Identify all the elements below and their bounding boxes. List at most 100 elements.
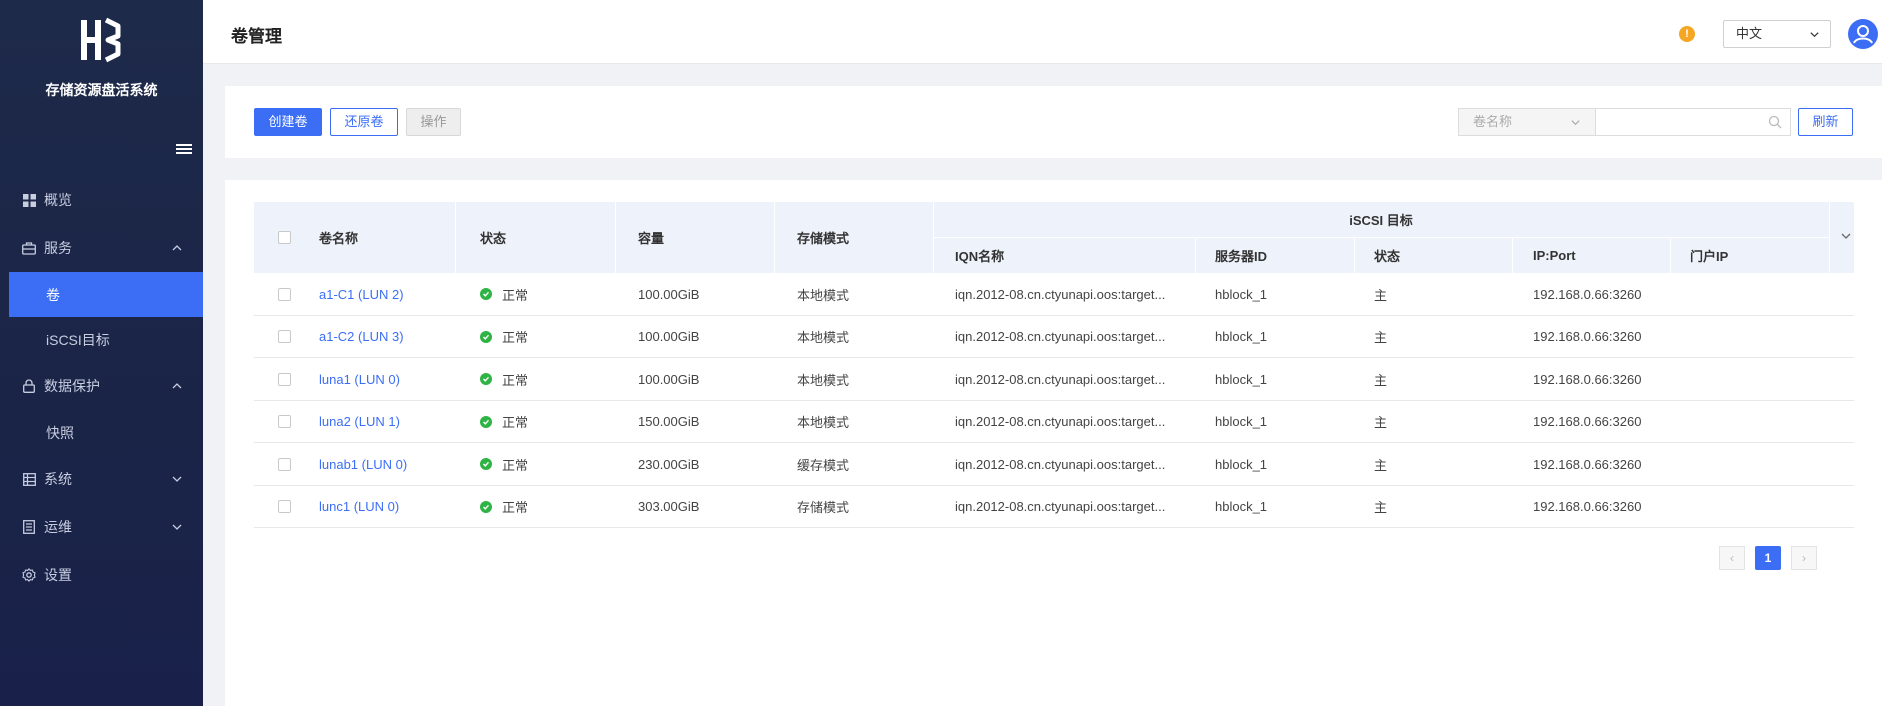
sidebar-item-label: 概览 <box>44 192 72 208</box>
select-all-checkbox[interactable] <box>278 231 291 244</box>
sidebar-item-data-protection[interactable]: 数据保护 <box>0 362 203 410</box>
table-row[interactable]: lunc1 (LUN 0) 正常 303.00GiB 存储模式 iqn.2012… <box>254 486 1854 528</box>
pagination-prev-button[interactable]: ‹ <box>1719 546 1745 570</box>
table-row[interactable]: a1-C2 (LUN 3) 正常 100.00GiB 本地模式 iqn.2012… <box>254 316 1854 358</box>
check-circle-icon <box>480 500 492 513</box>
check-circle-icon <box>480 330 492 343</box>
table-row[interactable]: luna1 (LUN 0) 正常 100.00GiB 本地模式 iqn.2012… <box>254 358 1854 401</box>
search-input[interactable] <box>1595 108 1791 136</box>
create-volume-button[interactable]: 创建卷 <box>254 108 322 136</box>
sidebar-menu: 概览 服务 卷 iSCSI目标 数据保护 快照 系统 运维 设置 <box>0 176 203 599</box>
header-storage-mode: 存储模式 <box>797 231 850 246</box>
target-status-cell: 主 <box>1374 372 1388 388</box>
volume-name-link[interactable]: a1-C1 (LUN 2) <box>319 273 404 315</box>
ip-port-cell: 192.168.0.66:3260 <box>1533 499 1642 514</box>
sidebar-item-label: 数据保护 <box>44 378 100 394</box>
check-circle-icon <box>480 458 492 470</box>
header-iscsi-target-group: iSCSI 目标 <box>1349 213 1413 228</box>
sidebar-item-overview[interactable]: 概览 <box>0 176 203 224</box>
ip-port-cell: 192.168.0.66:3260 <box>1533 456 1642 472</box>
row-checkbox[interactable] <box>278 372 291 386</box>
status-text: 正常 <box>502 372 529 388</box>
status-text: 正常 <box>502 330 529 345</box>
action-button[interactable]: 操作 <box>406 108 461 136</box>
user-avatar-icon[interactable] <box>1848 19 1878 49</box>
iqn-cell: iqn.2012-08.cn.ctyunapi.oos:target... <box>955 286 1166 302</box>
volume-name-link[interactable]: luna2 (LUN 1) <box>319 401 400 443</box>
iqn-cell: iqn.2012-08.cn.ctyunapi.oos:target... <box>955 329 1166 344</box>
grid-icon <box>22 193 36 207</box>
search-type-select[interactable]: 卷名称 <box>1458 108 1595 136</box>
row-checkbox[interactable] <box>278 415 291 428</box>
capacity-cell: 100.00GiB <box>638 329 700 344</box>
volume-name-link[interactable]: a1-C2 (LUN 3) <box>319 316 404 358</box>
sidebar-item-volumes[interactable]: 卷 <box>9 272 203 317</box>
server-id-cell: hblock_1 <box>1215 499 1268 514</box>
target-status-cell: 主 <box>1374 500 1388 515</box>
table-body: a1-C1 (LUN 2) 正常 100.00GiB 本地模式 iqn.2012… <box>254 273 1854 528</box>
header-select-all <box>278 202 291 273</box>
iqn-cell: iqn.2012-08.cn.ctyunapi.oos:target... <box>955 456 1166 472</box>
status-cell: 正常 <box>480 316 528 358</box>
pagination-page-1[interactable]: 1 <box>1755 546 1781 570</box>
status-cell: 正常 <box>480 443 528 485</box>
table-row[interactable]: lunab1 (LUN 0) 正常 230.00GiB 缓存模式 iqn.201… <box>254 443 1854 486</box>
sidebar: 存储资源盘活系统 概览 服务 卷 iSCSI目标 数据保护 快照 系统 运维 设… <box>0 0 203 706</box>
check-circle-icon <box>480 373 492 385</box>
chevron-down-icon <box>1571 120 1580 126</box>
status-text: 正常 <box>502 415 529 430</box>
header-server-id: 服务器ID <box>1215 248 1268 264</box>
table-row[interactable]: a1-C1 (LUN 2) 正常 100.00GiB 本地模式 iqn.2012… <box>254 273 1854 316</box>
search-icon[interactable] <box>1768 115 1782 129</box>
ip-port-cell: 192.168.0.66:3260 <box>1533 329 1642 344</box>
volume-name-link[interactable]: lunc1 (LUN 0) <box>319 486 399 528</box>
storage-mode-cell: 本地模式 <box>797 372 850 388</box>
sidebar-item-system[interactable]: 系统 <box>0 455 203 503</box>
sidebar-item-iscsi-targets[interactable]: iSCSI目标 <box>0 317 203 362</box>
check-circle-icon <box>480 288 492 300</box>
header-capacity: 容量 <box>638 231 665 246</box>
table-row[interactable]: luna2 (LUN 1) 正常 150.00GiB 本地模式 iqn.2012… <box>254 401 1854 443</box>
volume-name-link[interactable]: lunab1 (LUN 0) <box>319 443 407 485</box>
document-icon <box>22 520 36 534</box>
status-cell: 正常 <box>480 486 528 528</box>
restore-volume-button[interactable]: 还原卷 <box>330 108 398 136</box>
sidebar-item-snapshots[interactable]: 快照 <box>0 410 203 455</box>
sidebar-item-settings[interactable]: 设置 <box>0 551 203 599</box>
pagination-next-button[interactable]: › <box>1791 546 1817 570</box>
storage-mode-cell: 存储模式 <box>797 500 850 515</box>
lock-icon <box>22 379 36 393</box>
chevron-down-icon[interactable] <box>1840 230 1852 242</box>
status-text: 正常 <box>502 500 529 515</box>
logo-icon <box>81 17 121 63</box>
capacity-cell: 150.00GiB <box>638 414 700 429</box>
ip-port-cell: 192.168.0.66:3260 <box>1533 371 1642 387</box>
chevron-up-icon <box>172 245 182 251</box>
header-iqn: IQN名称 <box>955 248 1005 264</box>
target-status-cell: 主 <box>1374 415 1388 430</box>
language-select[interactable]: 中文 <box>1723 20 1831 48</box>
sidebar-item-operations[interactable]: 运维 <box>0 503 203 551</box>
row-checkbox[interactable] <box>278 287 291 301</box>
status-text: 正常 <box>502 457 529 473</box>
row-checkbox[interactable] <box>278 500 291 513</box>
volume-table: 卷名称 状态 容量 存储模式 iSCSI 目标 IQN名称 服务器ID 状态 I… <box>254 202 1854 528</box>
chevron-down-icon <box>172 524 182 530</box>
status-cell: 正常 <box>480 273 528 315</box>
iqn-cell: iqn.2012-08.cn.ctyunapi.oos:target... <box>955 371 1166 387</box>
sidebar-item-label: 系统 <box>44 471 72 487</box>
storage-mode-cell: 本地模式 <box>797 415 850 430</box>
sidebar-item-services[interactable]: 服务 <box>0 224 203 272</box>
volume-name-link[interactable]: luna1 (LUN 0) <box>319 358 400 400</box>
chevron-down-icon <box>172 476 182 482</box>
status-cell: 正常 <box>480 401 528 443</box>
menu-collapse-icon[interactable] <box>176 142 192 158</box>
sidebar-item-label: 运维 <box>44 519 72 535</box>
search-type-value: 卷名称 <box>1473 114 1513 129</box>
row-checkbox[interactable] <box>278 457 291 471</box>
refresh-button[interactable]: 刷新 <box>1798 108 1853 136</box>
chevron-up-icon <box>172 383 182 389</box>
row-checkbox[interactable] <box>278 330 291 343</box>
header-target-status: 状态 <box>1374 248 1401 264</box>
alert-icon[interactable]: ! <box>1679 26 1695 42</box>
